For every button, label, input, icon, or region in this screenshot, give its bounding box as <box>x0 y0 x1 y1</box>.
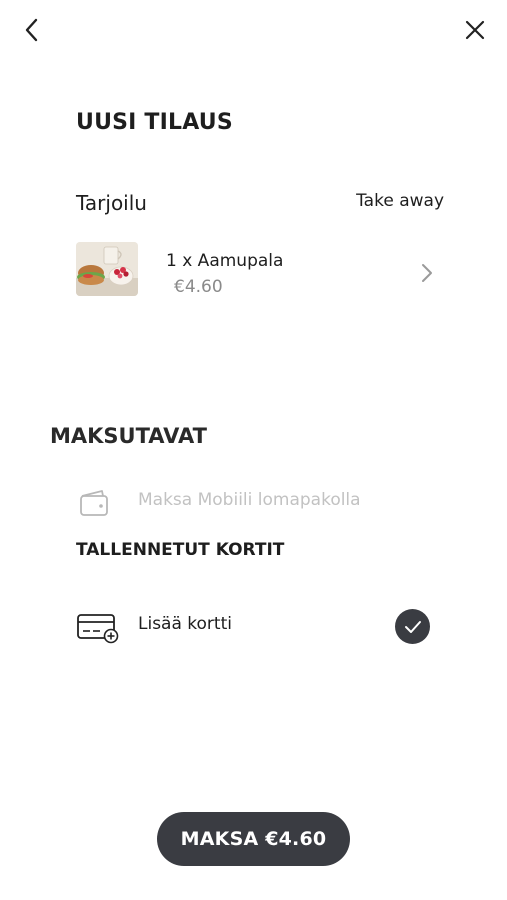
wallet-payment-option[interactable]: Maksa Mobiili lomapakolla <box>78 486 408 518</box>
item-name: 1 x Aamupala <box>166 251 284 271</box>
page-title: UUSI TILAUS <box>76 110 233 135</box>
close-icon <box>465 20 485 40</box>
chevron-left-icon <box>25 18 38 42</box>
breakfast-thumbnail <box>76 242 138 296</box>
add-card-icon <box>77 614 119 644</box>
add-card-option[interactable]: Lisää kortti <box>76 608 432 646</box>
add-card-label: Lisää kortti <box>138 614 232 634</box>
close-button[interactable] <box>459 14 491 46</box>
item-price: €4.60 <box>174 277 223 297</box>
serving-option[interactable]: Take away <box>356 191 444 211</box>
wallet-option-label: Maksa Mobiili lomapakolla <box>138 490 361 510</box>
payment-methods-title: MAKSUTAVAT <box>50 424 207 448</box>
serving-label: Tarjoilu <box>76 191 147 215</box>
back-button[interactable] <box>16 14 48 46</box>
wallet-icon <box>80 490 108 516</box>
saved-cards-title: TALLENNETUT KORTIT <box>76 540 285 560</box>
order-item-row[interactable]: 1 x Aamupala €4.60 <box>76 242 446 300</box>
selected-check-icon <box>395 609 430 644</box>
pay-button[interactable]: MAKSA €4.60 <box>157 812 350 866</box>
chevron-right-icon <box>422 264 432 282</box>
